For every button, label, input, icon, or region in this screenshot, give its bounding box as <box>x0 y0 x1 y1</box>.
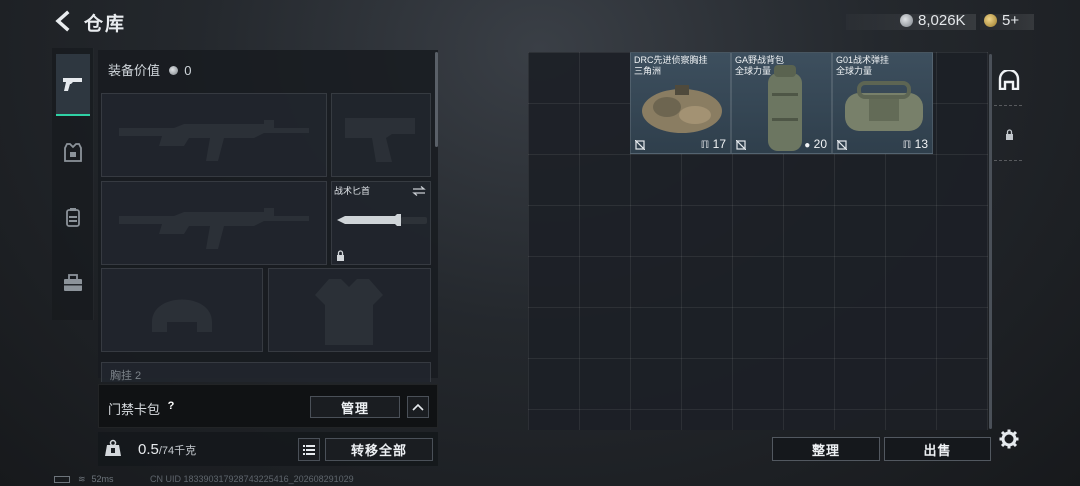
weight-current: 0.5 <box>138 441 159 458</box>
item-name: DRC先进侦察胸挂 三角洲 <box>634 55 708 77</box>
storage-item[interactable]: DRC先进侦察胸挂 三角洲 ℿ 17 <box>630 52 731 154</box>
rifle-silhouette-icon <box>119 208 309 249</box>
swap-icon[interactable] <box>412 186 426 196</box>
item-count-value: 13 <box>914 137 928 151</box>
sort-button[interactable]: 整理 <box>772 437 880 461</box>
uid-text: CN UID 183390317928743225416_20260829102… <box>150 474 354 484</box>
pistol-silhouette-icon <box>345 118 415 162</box>
rig-icon: ℿ <box>700 140 710 151</box>
list-icon <box>303 444 315 455</box>
nav-tab-toolbox[interactable] <box>56 252 90 314</box>
item-name-line1: DRC先进侦察胸挂 <box>634 55 708 65</box>
currency-main: 8,026K <box>918 12 966 29</box>
manage-button[interactable]: 管理 <box>310 396 400 418</box>
transfer-all-button[interactable]: 转移全部 <box>325 438 433 461</box>
weight-icon <box>105 439 121 456</box>
list-view-button[interactable] <box>298 438 320 461</box>
armor-vest-icon <box>64 143 82 162</box>
help-icon[interactable]: ? <box>164 399 178 413</box>
lock-icon <box>337 250 344 261</box>
helmet-slot[interactable] <box>101 268 263 352</box>
storage-tab-locked[interactable] <box>997 122 1021 146</box>
storage-item[interactable]: G01战术弹挂 全球力量 ℿ 13 <box>832 52 933 154</box>
item-count: ℿ 13 <box>903 137 928 151</box>
item-name: G01战术弹挂 全球力量 <box>836 55 889 77</box>
item-count: ℿ 17 <box>701 137 726 151</box>
no-insurance-icon <box>736 140 746 150</box>
settings-gear-icon[interactable] <box>999 429 1019 449</box>
item-count: ● 20 <box>804 137 827 151</box>
chest-rig-label: 胸挂 2 <box>110 370 142 382</box>
storage-tab-home[interactable] <box>997 68 1021 92</box>
storage-item[interactable]: GA野战背包 全球力量 ● 20 <box>731 52 832 154</box>
toolbox-icon <box>64 274 82 291</box>
gold-coin-icon <box>984 14 997 27</box>
weight-readout: 0.5/74千克 <box>138 441 196 458</box>
lock-icon <box>1005 128 1013 140</box>
storage-scrollbar[interactable] <box>989 54 992 429</box>
nav-tab-weapons[interactable] <box>56 54 90 116</box>
equipment-value-label: 装备价值 <box>108 63 161 78</box>
card-bag-label: 门禁卡包 <box>108 402 161 417</box>
silver-coin-icon <box>168 66 178 75</box>
sell-button[interactable]: 出售 <box>884 437 991 461</box>
primary-weapon-slot[interactable] <box>101 93 327 177</box>
wifi-icon: ≋ <box>78 474 86 484</box>
chest-rig-bag-image <box>642 85 722 133</box>
item-count-value: 20 <box>813 137 827 151</box>
silver-coin-icon <box>900 14 913 27</box>
armor-silhouette-icon <box>315 279 383 345</box>
pistol-icon <box>63 78 82 91</box>
rifle-silhouette-icon <box>119 120 309 161</box>
backpack-icon <box>66 208 80 227</box>
network-status: ≋ 52ms <box>54 474 114 485</box>
back-arrow-icon[interactable] <box>52 10 74 32</box>
backpack-small-icon: ● <box>804 140 811 151</box>
sidearm-slot[interactable] <box>331 93 431 177</box>
item-name-line1: G01战术弹挂 <box>836 55 890 65</box>
item-count-value: 17 <box>712 137 726 151</box>
page-title: 仓库 <box>84 14 127 35</box>
chevron-up-icon <box>412 403 424 411</box>
rail-divider <box>994 105 1022 106</box>
helmet-silhouette-icon <box>152 299 212 332</box>
equipment-value-amount: 0 <box>184 63 192 78</box>
no-insurance-icon <box>837 140 847 150</box>
nav-tab-backpack[interactable] <box>56 186 90 248</box>
no-insurance-icon <box>635 140 645 150</box>
item-name-line2: 三角洲 <box>634 66 662 76</box>
rail-divider <box>994 160 1022 161</box>
battery-icon <box>54 476 70 484</box>
melee-slot[interactable]: 战术匕首 <box>331 181 431 265</box>
equipment-scrollbar[interactable] <box>435 52 438 147</box>
chest-rig-slot-header[interactable]: 胸挂 2 <box>101 362 431 382</box>
body-armor-slot[interactable] <box>268 268 431 352</box>
weight-capacity: /74千克 <box>158 445 197 457</box>
ping-value: 52ms <box>91 474 114 484</box>
duffel-bag-image <box>845 81 923 131</box>
secondary-weapon-slot[interactable] <box>101 181 327 265</box>
equipment-value: 装备价值 0 <box>108 60 192 79</box>
rig-icon: ℿ <box>902 140 912 151</box>
knife-label: 战术匕首 <box>334 186 371 196</box>
expand-button[interactable] <box>407 396 429 418</box>
warehouse-icon <box>998 70 1020 90</box>
item-name-line2: 全球力量 <box>836 66 873 76</box>
knife-icon <box>337 214 427 226</box>
backpack-image <box>768 65 802 151</box>
currency-secondary[interactable]: 5+ <box>1002 12 1019 29</box>
nav-tab-armor[interactable] <box>56 122 90 184</box>
